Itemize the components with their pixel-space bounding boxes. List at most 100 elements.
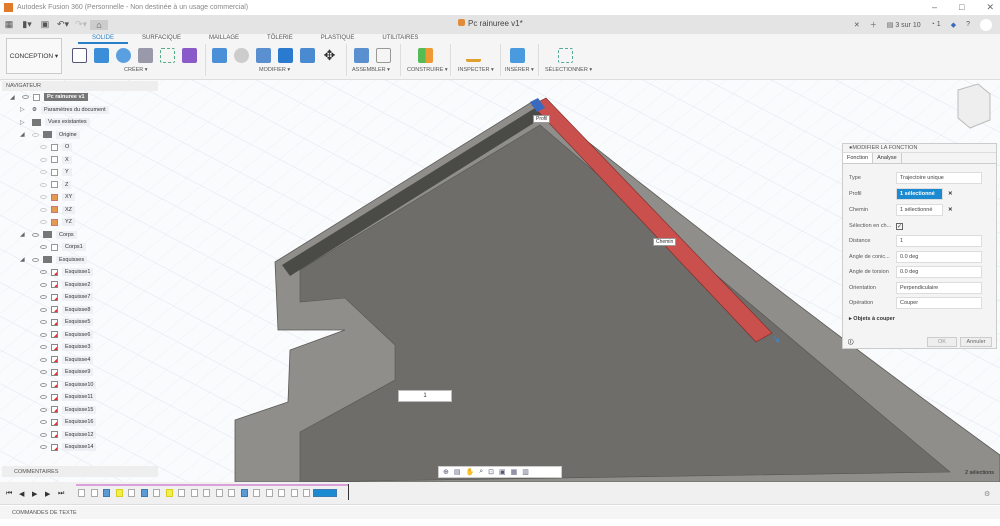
tree-sketch[interactable]: Esquisse6 [40, 330, 94, 340]
timeline-feature[interactable] [303, 489, 310, 497]
timeline-feature[interactable] [90, 489, 98, 497]
visibility-icon[interactable] [40, 307, 47, 312]
tree-origin-x[interactable]: X [40, 155, 72, 165]
timeline-feature[interactable] [265, 489, 273, 497]
new-tab-button[interactable]: ＋ [870, 20, 877, 30]
tree-body[interactable]: Corps1 [40, 242, 86, 252]
tree-document-params[interactable]: ▷ ⚙ Paramètres du document [20, 105, 109, 115]
timeline-feature[interactable] [165, 489, 173, 497]
maximize-button[interactable]: □ [959, 2, 964, 13]
timeline-feature[interactable] [203, 489, 210, 497]
visibility-icon[interactable] [40, 382, 47, 387]
split-body-icon[interactable] [300, 48, 315, 63]
timeline-feature-selected[interactable] [313, 489, 337, 497]
tree-sketch[interactable]: Esquisse2 [40, 280, 94, 290]
jobs-status[interactable]: ▤ 3 sur 10 [887, 21, 921, 29]
tab-plastique[interactable]: PLASTIQUE [307, 35, 369, 44]
tree-origin-z[interactable]: Z [40, 180, 72, 190]
joint-icon[interactable] [376, 48, 391, 63]
tree-sketch[interactable]: Esquisse7 [40, 292, 94, 302]
tree-origin-y[interactable]: Y [40, 167, 72, 177]
file-menu-icon[interactable]: ▮▾ [18, 19, 36, 30]
visibility-icon[interactable] [22, 95, 29, 99]
tree-root[interactable]: ◢ Pc rainuree v1 [10, 92, 88, 102]
pan-icon[interactable]: ✋ [466, 468, 475, 476]
offset-plane-icon[interactable] [418, 48, 433, 63]
timeline-settings-icon[interactable]: ⚙ [984, 490, 990, 498]
timeline-feature[interactable] [178, 489, 185, 497]
navigator-header[interactable]: NAVIGATEUR [2, 81, 158, 91]
pattern-icon[interactable] [160, 48, 175, 63]
visibility-icon[interactable] [40, 420, 47, 424]
text-commands-panel[interactable]: COMMANDES DE TEXTE [0, 506, 1000, 519]
tree-origin-yz[interactable]: YZ [40, 217, 76, 227]
timeline-feature[interactable] [153, 489, 160, 497]
save-icon[interactable]: ▣ [36, 19, 54, 30]
look-at-icon[interactable]: ▤ [454, 468, 461, 476]
tab-fonction[interactable]: Fonction [843, 153, 874, 163]
create-sketch-icon[interactable] [72, 48, 87, 63]
select-icon[interactable] [558, 48, 573, 63]
tab-solide[interactable]: SOLIDE [78, 35, 129, 44]
cancel-button[interactable]: Annuler [960, 337, 992, 347]
visibility-icon[interactable] [40, 357, 47, 362]
profil-selection[interactable]: 1 sélectionné [896, 188, 943, 200]
visibility-icon[interactable] [40, 395, 47, 399]
previous-step-icon[interactable]: ◀ [19, 490, 24, 498]
panel-header[interactable]: ● MODIFIER LA FONCTION [843, 144, 996, 153]
timeline-feature[interactable] [103, 489, 110, 497]
visibility-icon[interactable] [40, 445, 47, 449]
press-pull-icon[interactable] [212, 48, 227, 63]
group-inspecter[interactable]: INSPECTER ▾ [458, 67, 494, 73]
viewports-icon[interactable]: ▥ [522, 468, 529, 476]
first-step-icon[interactable]: ⏮ [6, 490, 12, 498]
tree-sketch[interactable]: Esquisse3 [40, 342, 94, 352]
visibility-icon[interactable] [40, 270, 47, 274]
visibility-icon[interactable] [40, 407, 47, 412]
timeline-feature[interactable] [240, 489, 248, 497]
close-tab-button[interactable]: ✕ [854, 21, 860, 29]
tree-sketch[interactable]: Esquisse5 [40, 317, 94, 327]
distance-field[interactable]: 1 [896, 235, 982, 247]
tree-sketch[interactable]: Esquisse12 [40, 430, 97, 440]
home-icon[interactable]: ⌂ [90, 19, 108, 30]
comments-panel[interactable]: COMMENTAIRES [2, 466, 158, 477]
visibility-icon[interactable] [40, 320, 47, 324]
extrude-icon[interactable] [94, 48, 109, 63]
timeline-feature[interactable] [78, 489, 85, 497]
group-creer[interactable]: CRÉER ▾ [124, 67, 148, 73]
tree-sketch[interactable]: Esquisse15 [40, 405, 97, 415]
move-icon[interactable]: ✥ [322, 48, 337, 63]
extensions-icon[interactable]: ◆ [951, 21, 956, 29]
conic-angle-field[interactable]: 0.0 deg [896, 251, 982, 263]
notifications[interactable]: ◔ 1 [931, 21, 941, 28]
tab-tolerie[interactable]: TÔLERIE [253, 35, 307, 44]
objects-to-cut-section[interactable]: ▸ Objets à couper [849, 316, 895, 322]
torsion-angle-field[interactable]: 0.0 deg [896, 266, 982, 278]
tree-sketches[interactable]: ◢ Esquisses [20, 255, 88, 265]
group-assembler[interactable]: ASSEMBLER ▾ [352, 67, 390, 73]
ok-button[interactable]: OK [927, 337, 957, 347]
tree-bodies[interactable]: ◢ Corps [20, 230, 77, 240]
tree-sketch[interactable]: Esquisse9 [40, 367, 94, 377]
group-construire[interactable]: CONSTRUIRE ▾ [407, 67, 448, 73]
visibility-icon[interactable] [40, 345, 47, 349]
timeline-feature[interactable] [140, 489, 148, 497]
tree-sketch[interactable]: Esquisse14 [40, 442, 97, 452]
group-selectionner[interactable]: SÉLECTIONNER ▾ [545, 67, 592, 73]
tree-sketch[interactable]: Esquisse16 [40, 417, 97, 427]
tab-analyse[interactable]: Analyse [873, 153, 902, 163]
timeline-marker[interactable] [348, 484, 349, 500]
chain-selection-checkbox[interactable]: ✓ [896, 222, 903, 230]
visibility-icon[interactable] [32, 232, 39, 237]
visibility-icon[interactable] [40, 245, 47, 249]
clear-profil-icon[interactable]: ✕ [948, 191, 953, 197]
apps-grid-icon[interactable]: ▦ [0, 19, 18, 30]
new-component-icon[interactable] [354, 48, 369, 63]
revolve-icon[interactable] [116, 48, 131, 63]
hole-icon[interactable] [138, 48, 153, 63]
visibility-icon[interactable] [40, 157, 47, 162]
document-tab[interactable]: Pc rainuree v1* [458, 19, 523, 28]
timeline-feature[interactable] [128, 489, 135, 497]
timeline-feature[interactable] [190, 489, 198, 497]
